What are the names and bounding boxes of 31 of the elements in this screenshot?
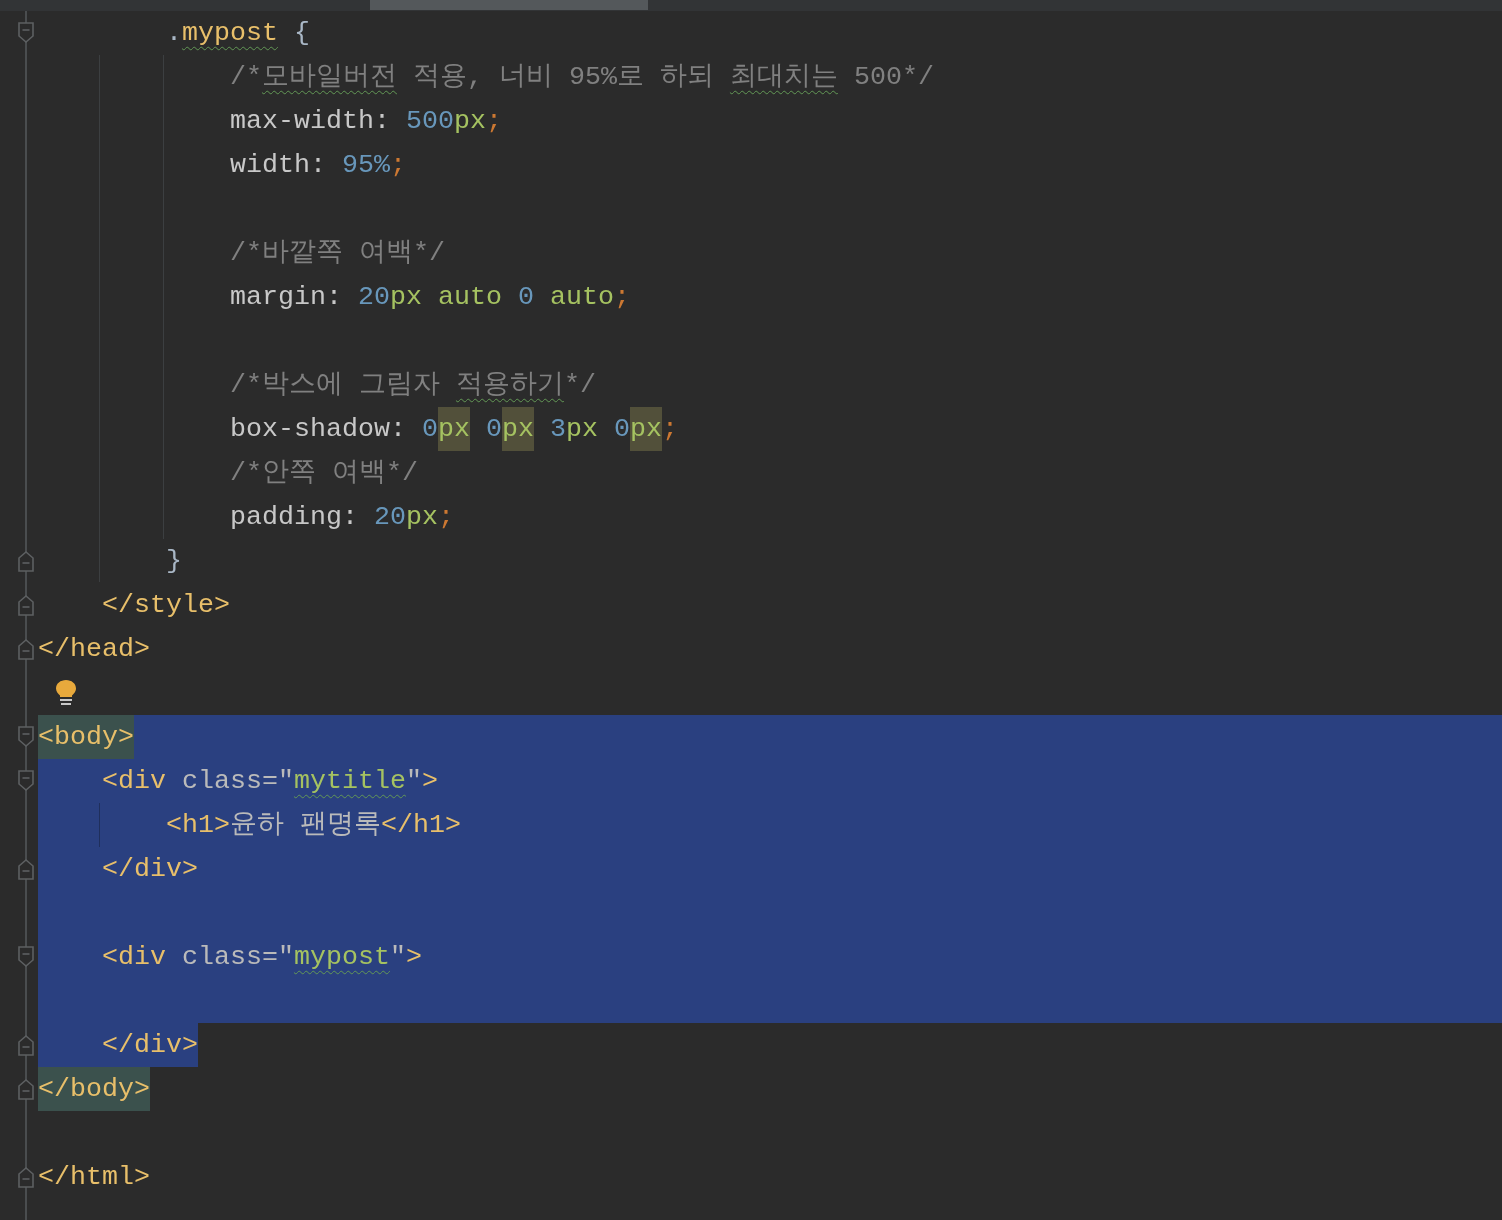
fold-marker-icon[interactable] (18, 1034, 34, 1056)
fold-marker-icon[interactable] (18, 1166, 34, 1188)
code-line: </div> (101, 853, 198, 886)
code-line: </style> (101, 589, 230, 622)
code-line: /*모바일버전 적용, 너비 95%로 하되 최대치는 500*/ (228, 61, 934, 94)
code-line: </html> (38, 1161, 150, 1194)
scrollbar-thumb[interactable] (370, 0, 648, 10)
fold-marker-icon[interactable] (18, 858, 34, 880)
fold-marker-icon[interactable] (18, 22, 34, 44)
code-line: /*바깥쪽 여백*/ (228, 237, 445, 270)
fold-marker-icon[interactable] (18, 946, 34, 968)
code-line: <h1>윤하 팬명록</h1> (164, 809, 461, 842)
fold-marker-icon[interactable] (18, 550, 34, 572)
code-line: /*안쪽 여백*/ (228, 457, 418, 490)
fold-marker-icon[interactable] (18, 594, 34, 616)
code-line: .mypost { (164, 17, 310, 50)
fold-marker-icon[interactable] (18, 638, 34, 660)
fold-marker-icon[interactable] (18, 770, 34, 792)
code-line: /*박스에 그림자 적용하기*/ (228, 369, 596, 402)
code-line: max-width: 500px; (228, 105, 502, 138)
code-line: margin: 20px auto 0 auto; (228, 281, 630, 314)
code-line: <div class="mypost"> (101, 941, 422, 974)
code-line: <div class="mytitle"> (101, 765, 438, 798)
fold-marker-icon[interactable] (18, 726, 34, 748)
fold-marker-icon[interactable] (18, 1078, 34, 1100)
code-line: } (164, 545, 182, 578)
lightbulb-icon[interactable] (54, 679, 78, 707)
code-line: box-shadow: 0px 0px 3px 0px; (38, 407, 678, 451)
code-line: </head> (38, 633, 150, 666)
code-line: padding: 20px; (228, 501, 454, 534)
code-line: width: 95%; (228, 149, 406, 182)
